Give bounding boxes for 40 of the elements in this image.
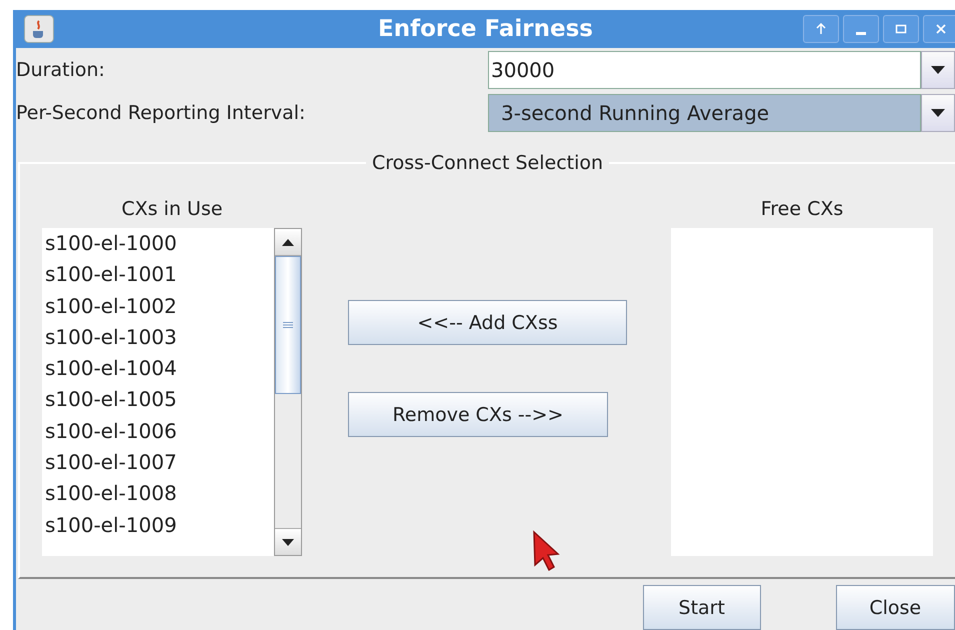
list-item[interactable]: s100-el-1009 (42, 510, 274, 541)
maximize-icon (895, 23, 907, 35)
transfer-button[interactable]: <<-- Add CXss (348, 300, 627, 345)
group-title: Cross-Connect Selection (370, 152, 604, 174)
list-heading: Free CXs (760, 198, 844, 220)
combo-box[interactable]: 30000 (488, 50, 921, 88)
close-button[interactable] (923, 15, 955, 43)
list-heading: CXs in Use (121, 198, 223, 220)
minimize-button[interactable] (843, 15, 879, 43)
transfer-button[interactable]: Remove CXs -->> (348, 392, 608, 437)
list-item[interactable]: s100-el-1000 (42, 228, 274, 260)
grip-icon (283, 322, 293, 328)
caret-up-icon (282, 238, 294, 246)
field-label: Per-Second Reporting Interval: (16, 102, 306, 124)
caret-down-icon (282, 538, 294, 546)
up-arrow-icon (815, 23, 827, 35)
dialog-button[interactable]: Close (836, 585, 955, 630)
list-item[interactable]: s100-el-1002 (42, 290, 274, 322)
list-item[interactable]: s100-el-1007 (42, 447, 274, 478)
list-item[interactable]: s100-el-1004 (42, 353, 274, 384)
combo-box[interactable]: 3-second Running Average (488, 94, 921, 132)
list-item[interactable]: s100-el-1008 (42, 478, 274, 510)
close-icon (935, 23, 947, 35)
list-item[interactable]: s100-el-1001 (42, 259, 274, 291)
minimize-icon (856, 32, 866, 34)
list-item[interactable]: s100-el-1006 (42, 416, 274, 448)
field-label: Duration: (16, 58, 106, 80)
cursor-icon (532, 530, 562, 574)
caret-down-icon (931, 66, 945, 74)
scrollbar[interactable] (274, 228, 302, 556)
window-title: Enforce Fairness (378, 16, 593, 42)
list-item[interactable]: s100-el-1005 (42, 384, 274, 416)
dropdown-button[interactable] (921, 50, 955, 88)
dropdown-button[interactable] (921, 94, 955, 132)
maximize-button[interactable] (883, 15, 919, 43)
pin-button[interactable] (803, 15, 839, 43)
coffee-cup-icon (24, 15, 54, 43)
list-item[interactable]: s100-el-1003 (42, 322, 274, 354)
caret-down-icon (931, 108, 945, 116)
dialog-button[interactable]: Start (643, 585, 760, 630)
